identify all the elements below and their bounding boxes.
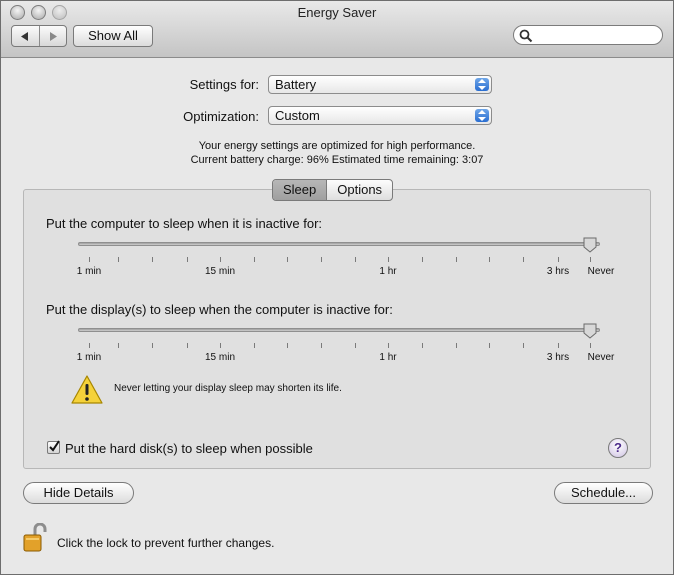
computer-sleep-slider-thumb[interactable]: [583, 237, 597, 253]
tick-label: 15 min: [204, 266, 236, 277]
slider-tick-mark: [254, 343, 255, 348]
slider-tick-mark: [254, 257, 255, 262]
slider-tick-mark: [321, 343, 322, 348]
optimization-label: Optimization:: [183, 109, 259, 124]
computer-sleep-label: Put the computer to sleep when it is ina…: [46, 216, 323, 231]
slider-tick-mark: [152, 343, 153, 348]
display-sleep-label: Put the display(s) to sleep when the com…: [46, 302, 393, 317]
slider-tick-mark: [187, 257, 188, 262]
help-button[interactable]: ?: [608, 438, 628, 458]
tick-label: 1 min: [76, 266, 102, 277]
slider-tick-mark: [118, 257, 119, 262]
display-sleep-slider-thumb[interactable]: [583, 323, 597, 339]
slider-tick-mark: [422, 257, 423, 262]
slider-tick-mark: [456, 343, 457, 348]
energy-saver-window: Energy Saver Show All Settings for: Batt…: [0, 0, 674, 575]
slider-tick-mark: [558, 343, 559, 348]
nav-segment: [11, 25, 67, 47]
back-button[interactable]: [12, 26, 39, 46]
checkmark-icon: [49, 440, 60, 452]
tick-label: Never: [587, 266, 615, 277]
slider-tick-mark: [388, 257, 389, 262]
tick-label: 3 hrs: [546, 352, 570, 363]
back-arrow-icon: [21, 31, 29, 41]
tick-label: 3 hrs: [546, 266, 570, 277]
slider-tick-mark: [388, 343, 389, 348]
slider-tick-mark: [152, 257, 153, 262]
slider-tick-mark: [187, 343, 188, 348]
settings-for-popup[interactable]: Battery: [268, 75, 492, 94]
unlocked-padlock-icon[interactable]: [23, 523, 49, 553]
optimization-popup[interactable]: Custom: [268, 106, 492, 125]
show-all-button[interactable]: Show All: [73, 25, 153, 47]
optimization-value: Custom: [275, 108, 320, 123]
slider-tick-mark: [558, 257, 559, 262]
tick-label: 1 hr: [379, 266, 397, 277]
settings-for-label: Settings for:: [189, 77, 259, 92]
slider-tick-mark: [422, 343, 423, 348]
slider-tick-mark: [590, 343, 591, 348]
hide-details-button[interactable]: Hide Details: [23, 482, 134, 504]
computer-sleep-slider-track[interactable]: [78, 242, 600, 246]
battery-status: Current battery charge: 96% Estimated ti…: [190, 154, 484, 166]
tick-label: 1 min: [76, 352, 102, 363]
slider-tick-mark: [355, 257, 356, 262]
schedule-button[interactable]: Schedule...: [554, 482, 653, 504]
title-bar: Energy Saver Show All: [1, 1, 673, 58]
tick-label: 15 min: [204, 352, 236, 363]
forward-arrow-icon: [49, 31, 57, 41]
slider-tick-mark: [220, 343, 221, 348]
slider-tick-mark: [287, 257, 288, 262]
tick-label: Never: [587, 352, 615, 363]
hard-disk-sleep-checkbox[interactable]: [47, 440, 60, 454]
slider-tick-mark: [118, 343, 119, 348]
window-title: Energy Saver: [297, 5, 377, 20]
slider-tick-mark: [456, 257, 457, 262]
tick-label: 1 hr: [379, 352, 397, 363]
popup-arrows-icon: [475, 109, 489, 122]
slider-tick-mark: [355, 343, 356, 348]
hard-disk-sleep-label: Put the hard disk(s) to sleep when possi…: [65, 441, 313, 456]
tab-sleep[interactable]: Sleep: [273, 180, 327, 200]
slider-tick-mark: [523, 343, 524, 348]
forward-button[interactable]: [38, 26, 67, 46]
tab-bar: Sleep Options: [272, 179, 394, 201]
warning-text: Never letting your display sleep may sho…: [114, 383, 342, 394]
slider-tick-mark: [489, 343, 490, 348]
slider-tick-mark: [321, 257, 322, 262]
optimization-info: Your energy settings are optimized for h…: [198, 140, 476, 152]
slider-tick-mark: [489, 257, 490, 262]
slider-tick-mark: [523, 257, 524, 262]
search-field[interactable]: [513, 25, 663, 45]
popup-arrows-icon: [475, 78, 489, 91]
slider-tick-mark: [89, 343, 90, 348]
slider-tick-mark: [590, 257, 591, 262]
slider-tick-mark: [220, 257, 221, 262]
lock-text: Click the lock to prevent further change…: [57, 536, 275, 550]
search-icon: [519, 29, 533, 43]
tab-options[interactable]: Options: [326, 180, 392, 200]
warning-icon: [71, 375, 103, 404]
slider-tick-mark: [287, 343, 288, 348]
settings-for-value: Battery: [275, 77, 317, 92]
slider-tick-mark: [89, 257, 90, 262]
display-sleep-slider-track[interactable]: [78, 328, 600, 332]
